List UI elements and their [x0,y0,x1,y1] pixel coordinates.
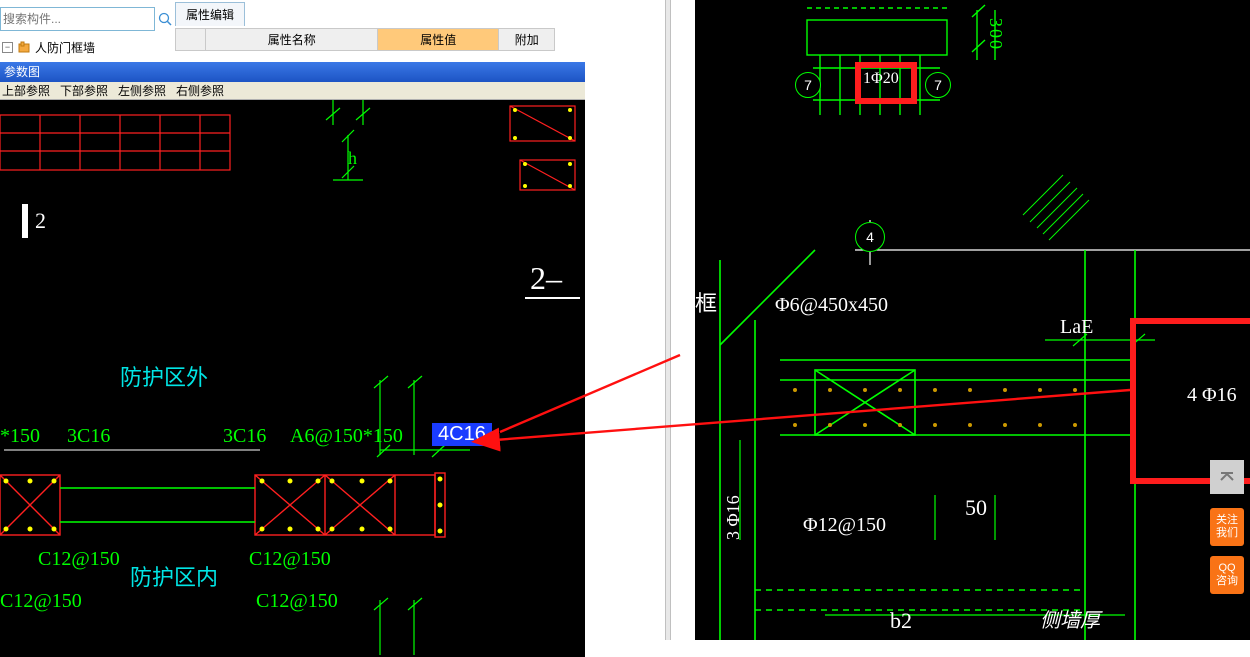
bubble-7a: 7 [795,72,821,98]
chevron-up-icon [1219,469,1235,485]
col-extra: 附加 [499,29,555,51]
label-zone-out: 防护区外 [120,360,208,392]
bubble-7b: 7 [925,72,951,98]
col-name: 属性名称 [206,29,378,51]
window-title-bar[interactable]: 参数图 [0,62,585,82]
label-b2: b2 [890,608,912,634]
section-marker [22,204,28,238]
label-300: 300 [985,18,1006,51]
search-icon[interactable] [158,10,172,28]
col-value[interactable]: 属性值 [378,29,499,51]
label-c12-d: C12@150 [256,590,338,613]
reference-toolbar: 上部参照 下部参照 左侧参照 右侧参照 [0,82,585,100]
label-wall-thickness: 侧墙厚 [1040,604,1100,633]
ref-top[interactable]: 上部参照 [2,82,50,99]
tree-collapse-icon[interactable]: − [2,42,13,53]
label-phi12: Φ12@150 [803,514,886,537]
search-input[interactable] [1,12,158,26]
label-frame: 框 [695,286,717,318]
ref-left[interactable]: 左侧参照 [118,82,166,99]
label-50: 50 [965,495,987,521]
label-zone-in: 防护区内 [130,560,218,592]
highlight-4c16[interactable]: 4C16 [432,423,492,446]
label-lae: LaE [1060,316,1093,339]
label-h: h [348,148,357,169]
col-index [176,29,206,51]
scroll-top-button[interactable] [1210,460,1244,494]
label-section-2: 2 [35,208,46,234]
label-c12-b: C12@150 [249,548,331,571]
label-section-2dash: 2– [530,260,562,297]
ref-right[interactable]: 右侧参照 [176,82,224,99]
label-phi6: Φ6@450x450 [775,294,888,317]
cad-viewport-right[interactable]: 7 7 4 300 1Φ20 框 Φ6@450x450 LaE 4 Φ16 3 … [695,0,1250,640]
tree-item-label: 人防门框墙 [35,39,95,56]
tree-node-icon [17,40,31,54]
label-3c16-b: 3C16 [223,425,266,448]
follow-us-button[interactable]: 关注 我们 [1210,508,1244,546]
label-4phi16: 4 Φ16 [1187,384,1237,407]
label-c12-a: C12@150 [38,548,120,571]
ref-bottom[interactable]: 下部参照 [60,82,108,99]
cad-viewport-left[interactable]: h 2 2– 防护区外 防护区内 *150 3C16 3C16 A6@150*1… [0,100,585,657]
label-3phi16: 3 Φ16 [723,495,744,540]
label-star150: *150 [0,425,40,448]
label-3c16-a: 3C16 [67,425,110,448]
bubble-4: 4 [855,222,885,252]
label-phi20: 1Φ20 [863,70,899,88]
pane-divider[interactable] [665,0,671,640]
search-bar [0,7,155,31]
property-editor: 属性编辑 属性名称 属性值 附加 [175,2,665,60]
property-table: 属性名称 属性值 附加 [175,28,555,51]
label-c12-c: C12@150 [0,590,82,613]
label-a6-150: A6@150*150 [290,425,403,448]
property-tab[interactable]: 属性编辑 [175,2,245,26]
tree-item-wall[interactable]: − 人防门框墙 [0,36,165,58]
qq-consult-button[interactable]: QQ 咨询 [1210,556,1244,594]
